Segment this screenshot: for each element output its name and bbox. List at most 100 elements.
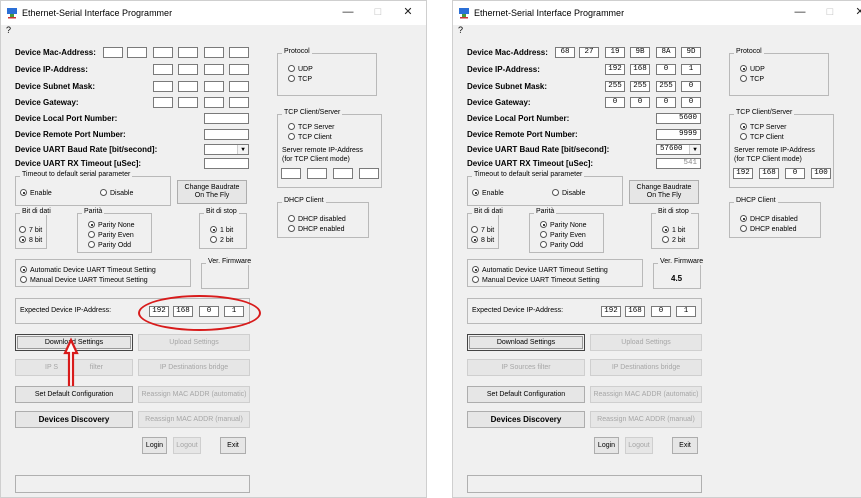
mac-field-4[interactable] [178, 47, 198, 58]
tcp-client-radio[interactable]: TCP Client [288, 133, 332, 141]
enable-radio[interactable]: Enable [20, 189, 52, 197]
subnet-field-1[interactable] [153, 81, 173, 92]
logout-button[interactable]: Logout [625, 437, 653, 454]
manual-timeout-radio[interactable]: Manual Device UART Timeout Setting [20, 276, 148, 284]
udp-radio[interactable]: UDP [288, 65, 313, 73]
ip-field-3[interactable] [204, 64, 224, 75]
udp-radio[interactable]: UDP [740, 65, 765, 73]
server-ip-field-3[interactable] [333, 168, 353, 179]
ip-sources-filter-button[interactable]: IP Sources filter [467, 359, 585, 376]
disable-radio[interactable]: Disable [552, 189, 585, 197]
ip-field-1[interactable] [153, 64, 173, 75]
dhcp-disabled-radio[interactable]: DHCP disabled [288, 215, 346, 223]
dhcp-enabled-radio[interactable]: DHCP enabled [740, 225, 797, 233]
stop1-radio[interactable]: 1 bit [662, 226, 685, 234]
disable-radio[interactable]: Disable [100, 189, 133, 197]
mac-field-4[interactable]: 9B [630, 47, 650, 58]
ip-destinations-bridge-button[interactable]: IP Destinations bridge [590, 359, 702, 376]
logout-button[interactable]: Logout [173, 437, 201, 454]
devices-discovery-button[interactable]: Devices Discovery [467, 411, 585, 428]
tcp-client-radio[interactable]: TCP Client [740, 133, 784, 141]
change-baud-button[interactable]: Change Baudrate On The Fly [177, 180, 247, 204]
ip-field-3[interactable]: 0 [656, 64, 676, 75]
exit-button[interactable]: Exit [672, 437, 698, 454]
gateway-field-4[interactable] [229, 97, 249, 108]
subnet-field-3[interactable] [204, 81, 224, 92]
expected-ip-field-2[interactable]: 168 [625, 306, 645, 317]
parity-odd-radio[interactable]: Parity Odd [540, 241, 583, 249]
enable-radio[interactable]: Enable [472, 189, 504, 197]
baud-select[interactable]: 57600 ▼ [656, 144, 701, 155]
mac-field-3[interactable]: 19 [605, 47, 625, 58]
mac-field-6[interactable]: 9D [681, 47, 701, 58]
tcp-server-radio[interactable]: TCP Server [288, 123, 334, 131]
baud-select[interactable]: ▼ [204, 144, 249, 155]
upload-settings-button[interactable]: Upload Settings [590, 334, 702, 351]
local-port-field[interactable]: 5600 [656, 113, 701, 124]
login-button[interactable]: Login [594, 437, 619, 454]
help-menu[interactable]: ? [6, 25, 11, 35]
mac-field-1[interactable]: 68 [555, 47, 575, 58]
dhcp-disabled-radio[interactable]: DHCP disabled [740, 215, 798, 223]
reassign-mac-manual-button[interactable]: Reassign MAC ADDR (manual) [138, 411, 250, 428]
chevron-down-icon[interactable]: ▼ [237, 145, 248, 154]
gateway-field-2[interactable]: 0 [630, 97, 650, 108]
minimize-icon[interactable]: — [337, 5, 359, 19]
login-button[interactable]: Login [142, 437, 167, 454]
bit7-radio[interactable]: 7 bit [471, 226, 494, 234]
ip-field-1[interactable]: 192 [605, 64, 625, 75]
gateway-field-2[interactable] [178, 97, 198, 108]
server-ip-field-1[interactable] [281, 168, 301, 179]
tcp-server-radio[interactable]: TCP Server [740, 123, 786, 131]
subnet-field-1[interactable]: 255 [605, 81, 625, 92]
set-default-config-button[interactable]: Set Default Configuration [467, 386, 585, 403]
mac-field-6[interactable] [229, 47, 249, 58]
parity-even-radio[interactable]: Parity Even [540, 231, 586, 239]
local-port-field[interactable] [204, 113, 249, 124]
server-ip-field-2[interactable] [307, 168, 327, 179]
mac-field-5[interactable]: 8A [656, 47, 676, 58]
maximize-icon[interactable]: □ [367, 5, 389, 19]
ip-field-4[interactable]: 1 [681, 64, 701, 75]
expected-ip-field-4[interactable]: 1 [676, 306, 696, 317]
chevron-down-icon[interactable]: ▼ [689, 145, 700, 154]
change-baud-button[interactable]: Change Baudrate On The Fly [629, 180, 699, 204]
maximize-icon[interactable]: □ [819, 5, 841, 19]
reassign-mac-auto-button[interactable]: Reassign MAC ADDR (automatic) [138, 386, 250, 403]
bit8-radio[interactable]: 8 bit [471, 236, 494, 244]
stop2-radio[interactable]: 2 bit [662, 236, 685, 244]
tcp-radio[interactable]: TCP [740, 75, 764, 83]
parity-none-radio[interactable]: Parity None [540, 221, 587, 229]
tcp-radio[interactable]: TCP [288, 75, 312, 83]
ip-destinations-bridge-button[interactable]: IP Destinations bridge [138, 359, 250, 376]
subnet-field-3[interactable]: 255 [656, 81, 676, 92]
gateway-field-4[interactable]: 0 [681, 97, 701, 108]
parity-none-radio[interactable]: Parity None [88, 221, 135, 229]
dhcp-enabled-radio[interactable]: DHCP enabled [288, 225, 345, 233]
subnet-field-4[interactable] [229, 81, 249, 92]
subnet-field-2[interactable]: 255 [630, 81, 650, 92]
help-menu[interactable]: ? [458, 25, 463, 35]
set-default-config-button[interactable]: Set Default Configuration [15, 386, 133, 403]
parity-even-radio[interactable]: Parity Even [88, 231, 134, 239]
server-ip-field-3[interactable]: 0 [785, 168, 805, 179]
ip-field-2[interactable] [178, 64, 198, 75]
close-icon[interactable]: ✕ [397, 5, 419, 19]
subnet-field-4[interactable]: 0 [681, 81, 701, 92]
expected-ip-field-3[interactable]: 0 [651, 306, 671, 317]
download-settings-button[interactable]: Download Settings [467, 334, 585, 351]
stop2-radio[interactable]: 2 bit [210, 236, 233, 244]
remote-port-field[interactable] [204, 129, 249, 140]
rx-timeout-field[interactable]: 541 [656, 158, 701, 169]
mac-field-1[interactable] [103, 47, 123, 58]
parity-odd-radio[interactable]: Parity Odd [88, 241, 131, 249]
server-ip-field-2[interactable]: 168 [759, 168, 779, 179]
reassign-mac-manual-button[interactable]: Reassign MAC ADDR (manual) [590, 411, 702, 428]
auto-timeout-radio[interactable]: Automatic Device UART Timeout Setting [472, 266, 608, 274]
auto-timeout-radio[interactable]: Automatic Device UART Timeout Setting [20, 266, 156, 274]
devices-discovery-button[interactable]: Devices Discovery [15, 411, 133, 428]
server-ip-field-4[interactable]: 100 [811, 168, 831, 179]
bit7-radio[interactable]: 7 bit [19, 226, 42, 234]
gateway-field-1[interactable]: 0 [605, 97, 625, 108]
mac-field-2[interactable]: 27 [579, 47, 599, 58]
